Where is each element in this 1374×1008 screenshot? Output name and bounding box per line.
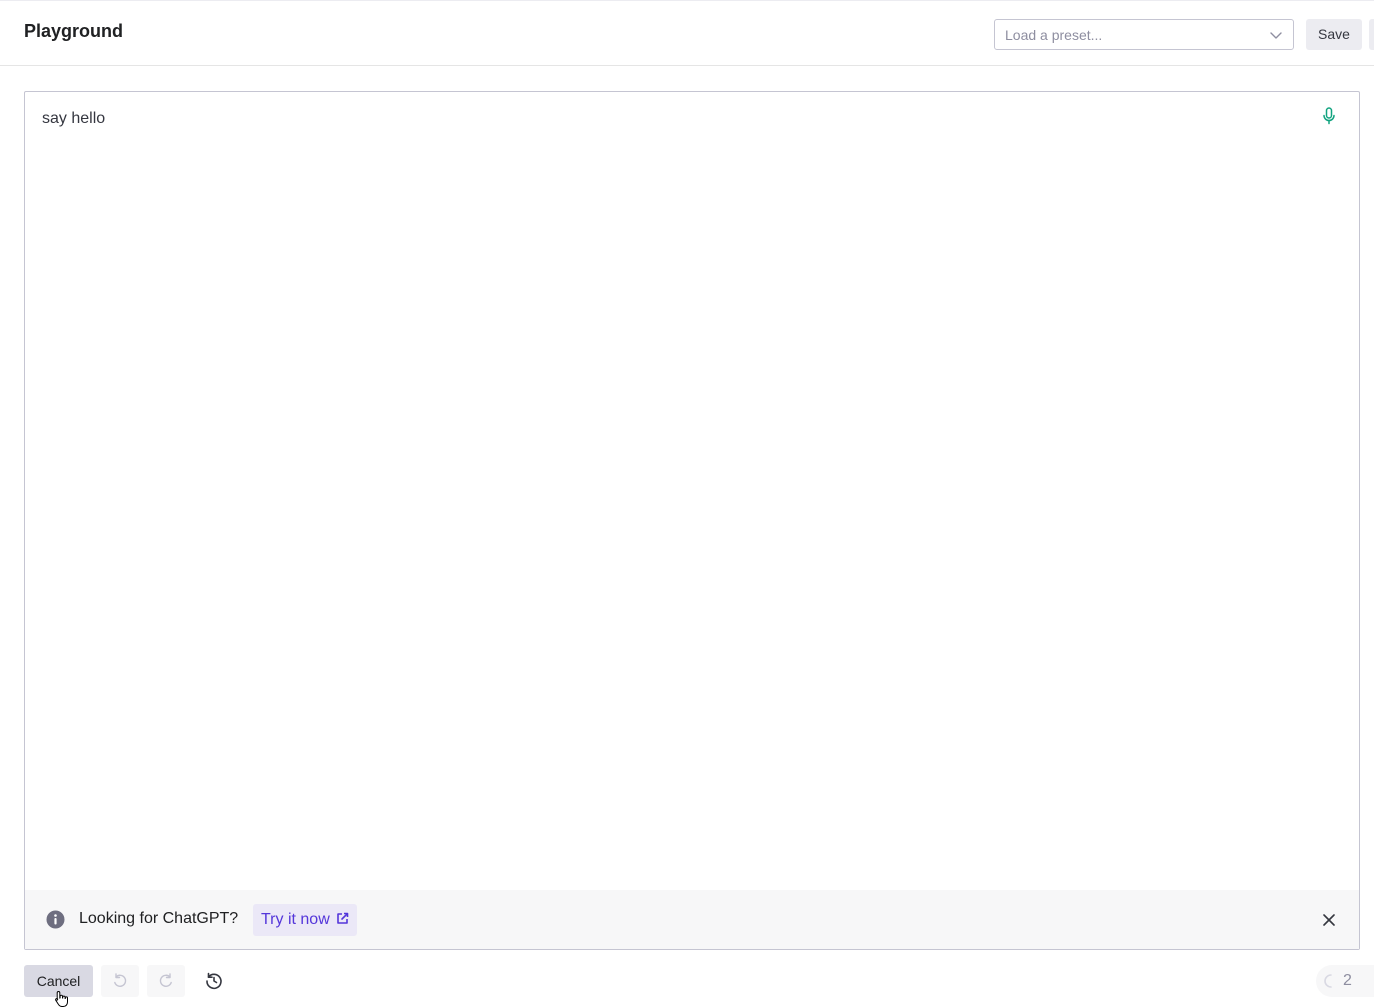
more-options-button[interactable] <box>1369 19 1374 50</box>
undo-button[interactable] <box>101 965 139 997</box>
redo-button[interactable] <box>147 965 185 997</box>
info-icon <box>46 910 65 929</box>
page-title: Playground <box>24 21 124 41</box>
try-it-now-link[interactable]: Try it now <box>253 904 357 936</box>
microphone-icon[interactable] <box>1321 107 1337 125</box>
undo-icon <box>114 973 127 987</box>
prompt-text[interactable]: say hello <box>42 110 105 128</box>
prompt-editor[interactable]: say hello Looking for ChatGPT? Try it no… <box>24 91 1360 950</box>
chatgpt-banner: Looking for ChatGPT? Try it now <box>25 890 1359 949</box>
redo-icon <box>159 973 172 987</box>
spinner-icon <box>1324 974 1332 988</box>
preset-placeholder: Load a preset... <box>1005 27 1103 43</box>
cancel-button[interactable]: Cancel <box>24 965 93 997</box>
preset-select[interactable]: Load a preset... <box>994 19 1294 50</box>
try-it-now-label: Try it now <box>261 911 330 928</box>
banner-text: Looking for ChatGPT? <box>79 910 239 927</box>
external-link-icon <box>336 912 349 924</box>
token-count: 2 <box>1316 965 1374 997</box>
history-icon <box>206 972 222 990</box>
token-count-value: 2 <box>1343 972 1352 989</box>
close-icon[interactable] <box>1323 914 1335 926</box>
top-bar: Playground Load a preset... Save <box>0 0 1374 66</box>
history-button[interactable] <box>195 965 233 997</box>
chevron-down-icon <box>1270 32 1282 39</box>
save-button[interactable]: Save <box>1306 19 1362 50</box>
